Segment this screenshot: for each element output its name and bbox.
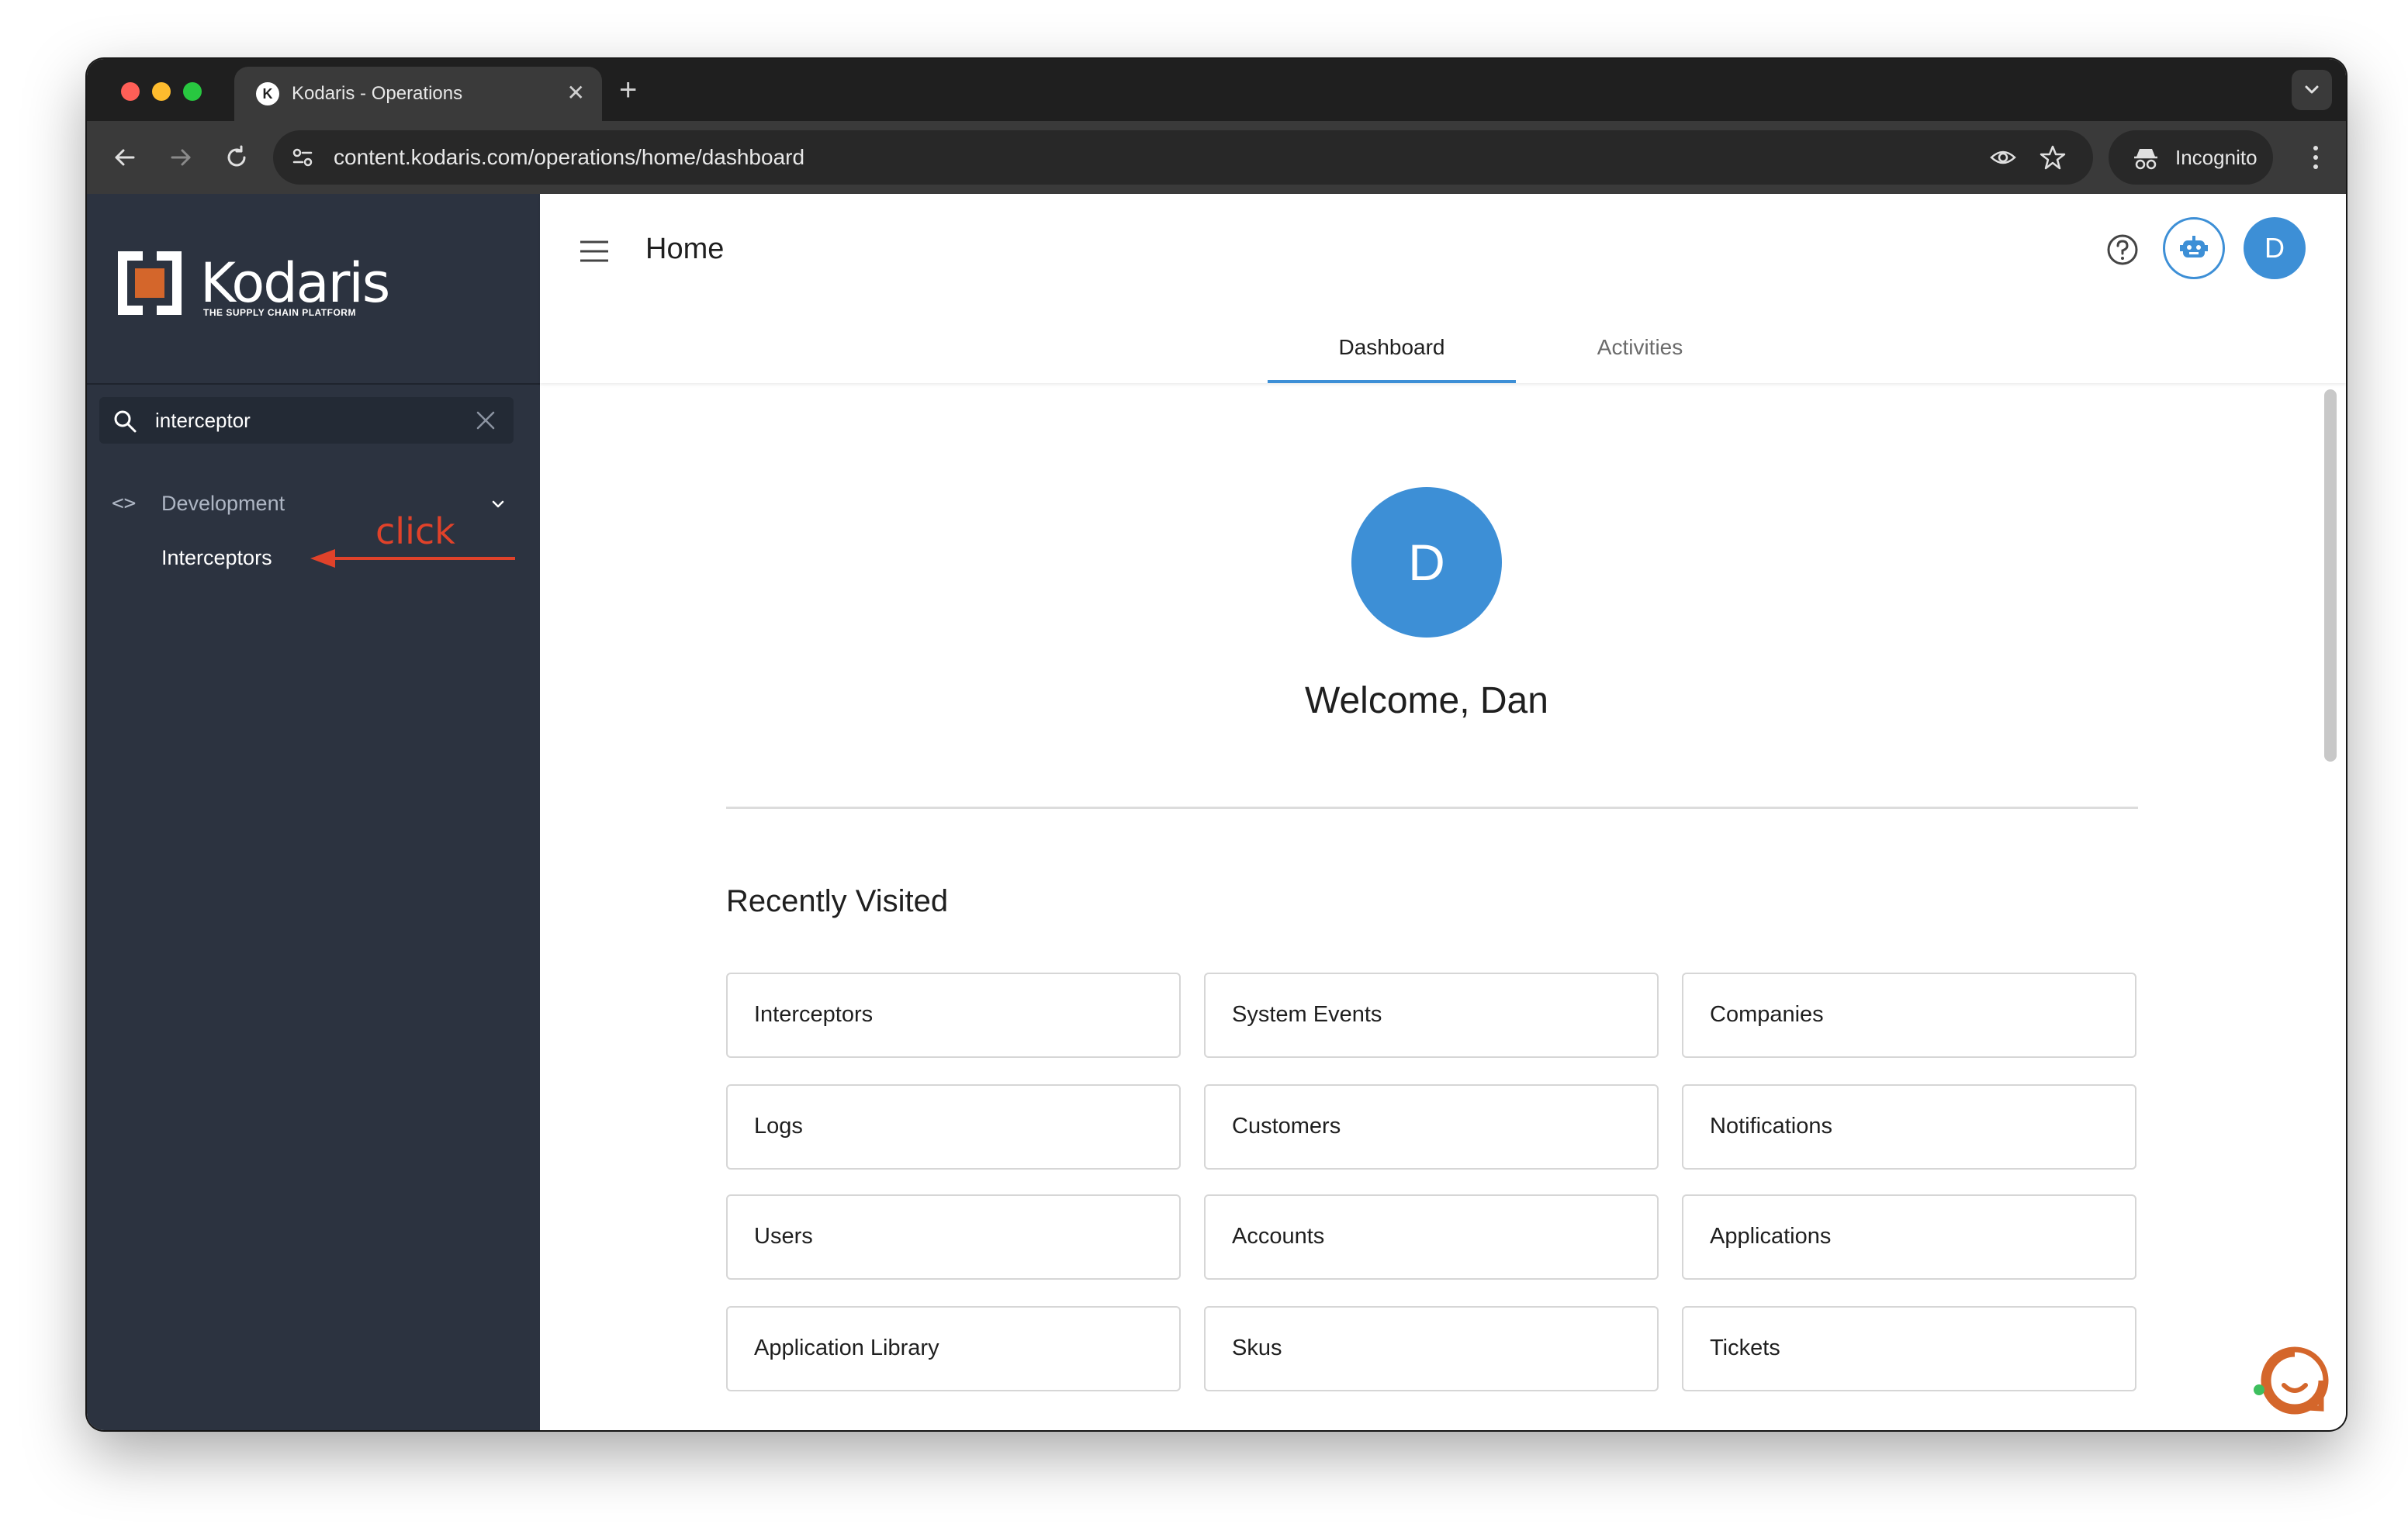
recent-card[interactable]: Users <box>726 1194 1181 1280</box>
user-avatar[interactable]: D <box>2244 217 2306 279</box>
recent-card[interactable]: Customers <box>1204 1084 1659 1170</box>
section-divider <box>726 807 2138 809</box>
sidebar: Kodaris THE SUPPLY CHAIN PLATFORM <> Dev… <box>87 194 540 1430</box>
code-icon: <> <box>112 492 137 515</box>
logo-tagline: THE SUPPLY CHAIN PLATFORM <box>203 307 356 318</box>
incognito-icon <box>2134 149 2157 170</box>
eye-icon[interactable] <box>1989 143 2017 171</box>
tab-dashboard-label: Dashboard <box>1338 335 1445 359</box>
search-input[interactable] <box>155 406 450 434</box>
reload-icon[interactable] <box>219 140 254 175</box>
sidebar-group-development[interactable]: <> Development <box>87 482 540 526</box>
tab-close-icon[interactable]: ✕ <box>567 79 585 107</box>
recent-card[interactable]: Applications <box>1682 1194 2136 1280</box>
app-container: Kodaris THE SUPPLY CHAIN PLATFORM <> Dev… <box>87 194 2346 1430</box>
content-scrollbar[interactable] <box>2324 389 2337 762</box>
tab-title: Kodaris - Operations <box>292 83 463 104</box>
help-icon[interactable] <box>2105 233 2140 267</box>
recent-card-label: Logs <box>754 1114 803 1139</box>
recent-card[interactable]: Skus <box>1204 1306 1659 1391</box>
recent-card[interactable]: System Events <box>1204 973 1659 1058</box>
robot-icon <box>2180 236 2208 257</box>
site-settings-icon[interactable] <box>289 143 317 171</box>
incognito-label: Incognito <box>2175 146 2258 169</box>
chevron-down-icon <box>2305 85 2319 94</box>
hamburger-menu-icon[interactable] <box>579 239 610 264</box>
page-title: Home <box>645 233 725 265</box>
minimize-window-button[interactable] <box>152 82 171 101</box>
bookmark-star-icon[interactable] <box>2039 143 2067 171</box>
tab-search-button[interactable] <box>2292 70 2332 110</box>
recent-card[interactable]: Accounts <box>1204 1194 1659 1280</box>
forward-arrow-icon[interactable] <box>163 140 199 175</box>
recent-card-label: Users <box>754 1224 813 1249</box>
recent-card-label: Applications <box>1710 1224 1832 1249</box>
kodaris-logo[interactable]: Kodaris THE SUPPLY CHAIN PLATFORM <box>115 248 410 318</box>
recent-card-label: Interceptors <box>754 1002 874 1027</box>
logo-wordmark: Kodaris <box>200 251 390 315</box>
browser-tab-bar: K Kodaris - Operations ✕ + <box>87 59 2346 121</box>
browser-tab[interactable]: K Kodaris - Operations ✕ <box>234 67 602 121</box>
incognito-indicator[interactable]: Incognito <box>2109 130 2273 185</box>
browser-window: K Kodaris - Operations ✕ + content.kodar… <box>87 59 2346 1430</box>
recent-card[interactable]: Application Library <box>726 1306 1181 1391</box>
recent-card-label: Accounts <box>1232 1224 1325 1249</box>
tab-activities-label: Activities <box>1597 335 1683 359</box>
chat-widget-icon[interactable] <box>2253 1342 2330 1419</box>
sidebar-divider <box>87 383 540 385</box>
annotation-arrow-icon <box>310 549 515 568</box>
back-arrow-icon[interactable] <box>107 140 143 175</box>
maximize-window-button[interactable] <box>183 82 202 101</box>
tab-dashboard[interactable]: Dashboard <box>1268 330 1516 383</box>
recently-visited-title: Recently Visited <box>726 884 949 918</box>
close-window-button[interactable] <box>121 82 140 101</box>
recent-card-label: Tickets <box>1710 1336 1780 1360</box>
more-menu-icon[interactable] <box>2298 140 2334 175</box>
recent-card[interactable]: Logs <box>726 1084 1181 1170</box>
url-text[interactable]: content.kodaris.com/operations/home/dash… <box>334 144 804 171</box>
recent-card-label: Skus <box>1232 1336 1282 1360</box>
chevron-down-icon <box>492 500 504 508</box>
search-icon <box>114 410 137 433</box>
kodaris-logo-mark-icon <box>118 251 182 315</box>
recent-card-label: Customers <box>1232 1114 1341 1139</box>
recent-card[interactable]: Companies <box>1682 973 2136 1058</box>
recent-card-label: System Events <box>1232 1002 1382 1027</box>
sidebar-group-label: Development <box>161 492 285 515</box>
dashboard-content: D Welcome, Dan Recently Visited Intercep… <box>540 383 2346 1430</box>
recent-card-label: Companies <box>1710 1002 1824 1027</box>
address-bar[interactable]: content.kodaris.com/operations/home/dash… <box>273 130 2093 185</box>
recent-card[interactable]: Tickets <box>1682 1306 2136 1391</box>
tab-activities[interactable]: Activities <box>1516 330 1764 383</box>
assistant-bot-button[interactable] <box>2163 217 2225 279</box>
recent-card[interactable]: Notifications <box>1682 1084 2136 1170</box>
recent-card-label: Application Library <box>754 1336 939 1360</box>
kodaris-favicon-icon: K <box>256 82 279 105</box>
sidebar-item-interceptors[interactable]: Interceptors <box>161 546 272 570</box>
page-header: Home D Dashboard Activities <box>540 194 2346 383</box>
recent-card[interactable]: Interceptors <box>726 973 1181 1058</box>
browser-toolbar: content.kodaris.com/operations/home/dash… <box>87 121 2346 194</box>
new-tab-icon[interactable]: + <box>619 73 637 107</box>
sidebar-search <box>99 397 514 444</box>
profile-avatar: D <box>1351 487 1502 638</box>
recent-card-label: Notifications <box>1710 1114 1832 1139</box>
clear-search-icon[interactable] <box>475 410 496 431</box>
welcome-heading: Welcome, Dan <box>1305 680 1548 721</box>
main-panel: Home D Dashboard Activities D Welcome, D… <box>540 194 2346 1430</box>
